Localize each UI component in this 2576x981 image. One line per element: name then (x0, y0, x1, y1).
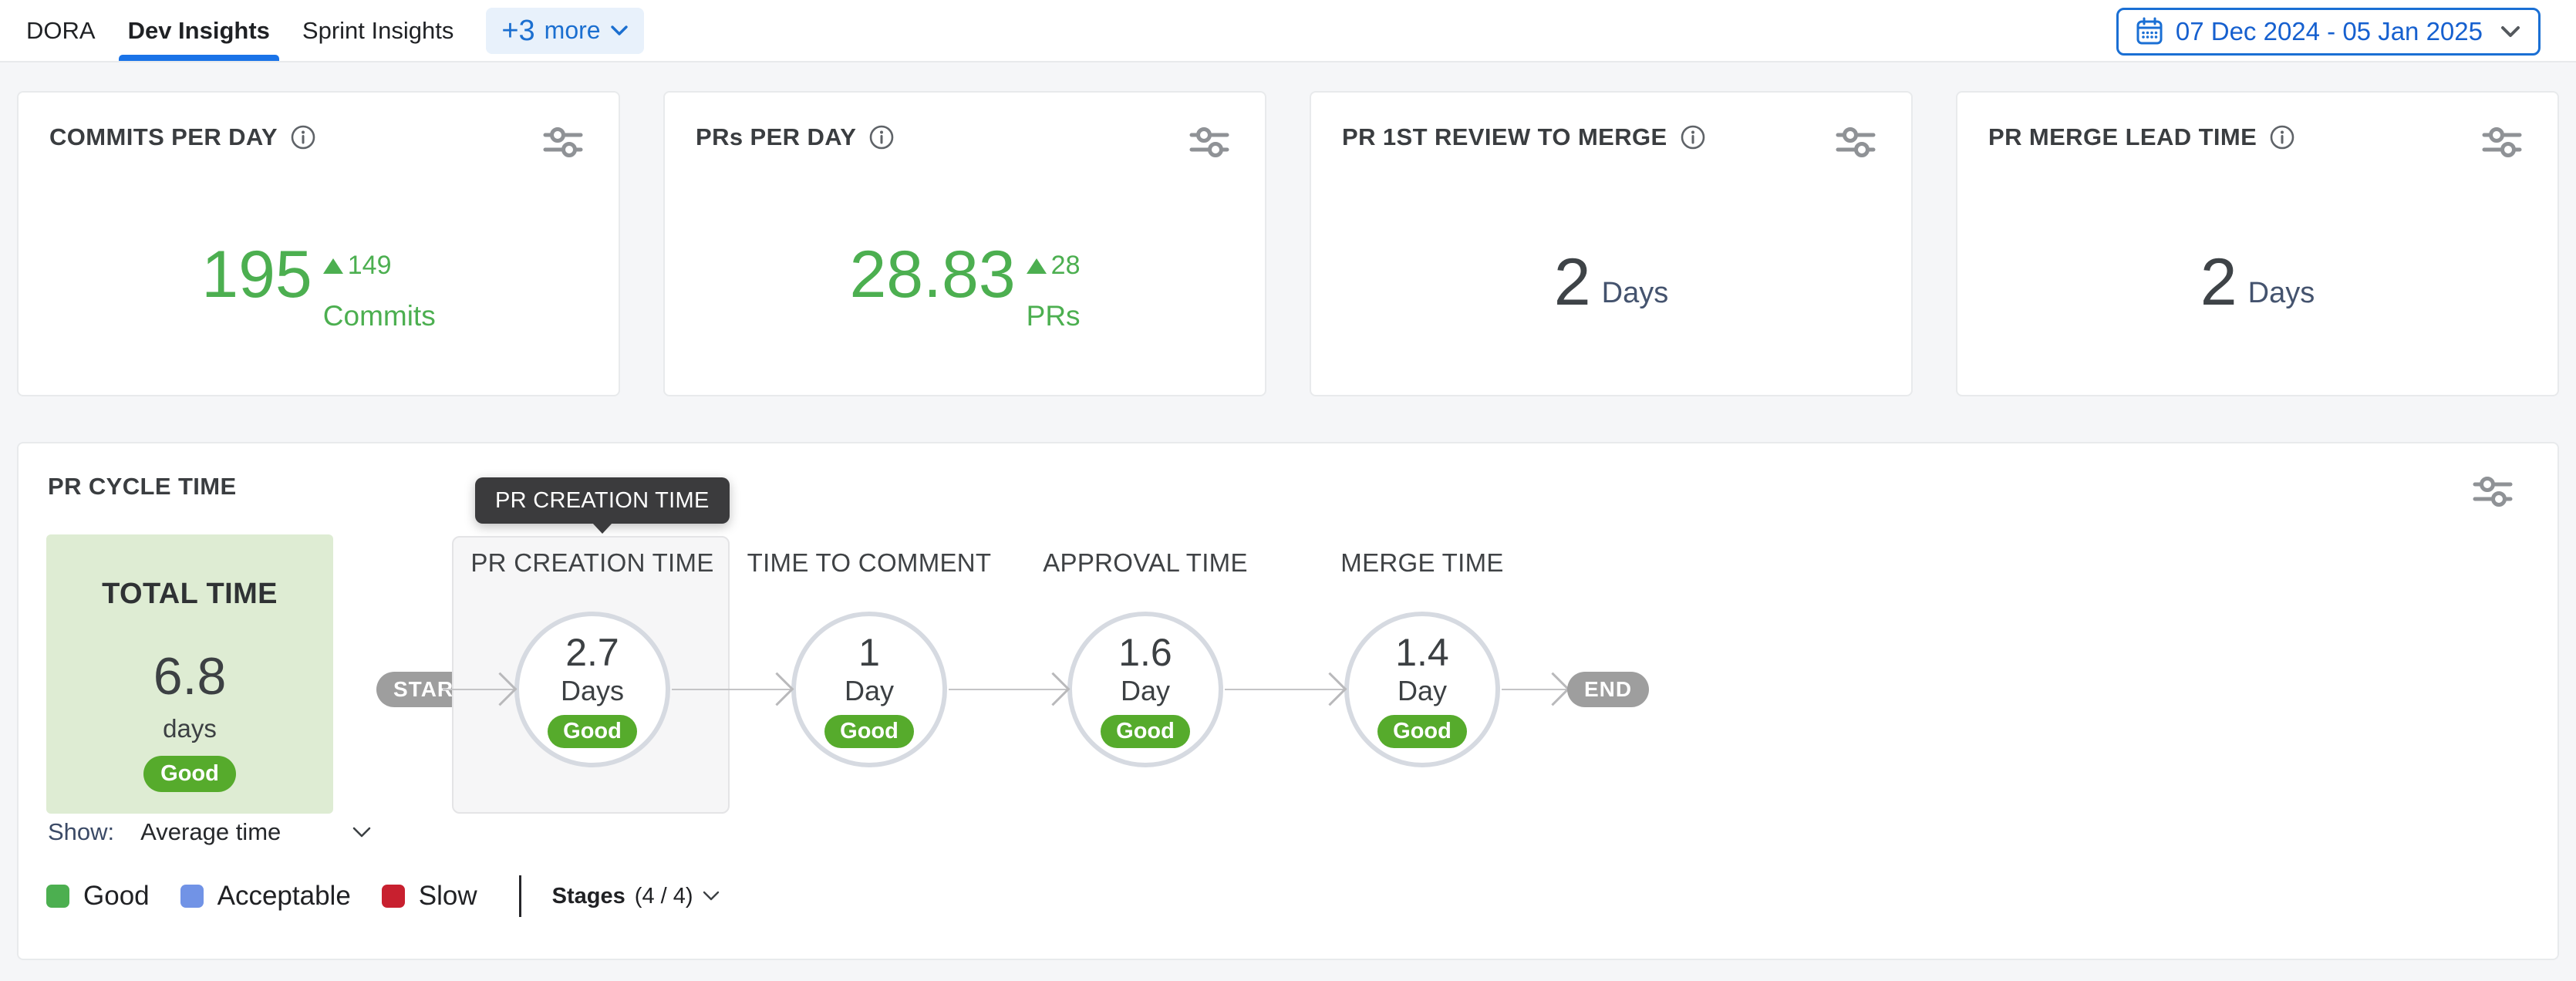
stage-title-time-to-comment: TIME TO COMMENT (730, 548, 1008, 578)
stage-circle-approval[interactable]: 1.6 Day Good (1067, 612, 1223, 767)
date-range-button[interactable]: 07 Dec 2024 - 05 Jan 2025 (2116, 8, 2541, 56)
info-icon[interactable] (1680, 124, 1706, 150)
show-dropdown[interactable]: Average time (140, 818, 372, 846)
filter-sliders-icon[interactable] (2480, 120, 2524, 164)
stage-unit: Day (1121, 673, 1170, 709)
stage-value: 1 (858, 632, 880, 673)
stage-title-pr-creation: PR CREATION TIME (453, 548, 731, 578)
legend-item-slow: Slow (382, 881, 477, 912)
flow-arrow (1502, 689, 1566, 690)
stages-filter-dropdown[interactable]: Stages (4 / 4) (552, 884, 720, 909)
stage-value: 2.7 (565, 632, 619, 673)
metric-delta: 28 (1051, 251, 1081, 281)
card-title: PR MERGE LEAD TIME (1988, 123, 2257, 151)
cycle-title: PR CYCLE TIME (48, 473, 237, 501)
legend: Good Acceptable Slow Stages (4 / 4) (46, 875, 720, 917)
card-pr-merge-lead-time: PR MERGE LEAD TIME 2 Days (1956, 91, 2559, 396)
card-title: PR 1ST REVIEW TO MERGE (1342, 123, 1667, 151)
total-time-box: TOTAL TIME 6.8 days Good (46, 534, 333, 814)
good-swatch (46, 885, 69, 908)
status-badge: Good (1101, 715, 1190, 748)
stage-circle-pr-creation[interactable]: 2.7 Days Good (514, 612, 670, 767)
card-commits-per-day: COMMITS PER DAY 195 149 Commits (17, 91, 620, 396)
flow-arrow (949, 689, 1067, 690)
stage-value: 1.6 (1118, 632, 1172, 673)
total-time-value: 6.8 (153, 646, 227, 706)
tab-dev-insights[interactable]: Dev Insights (128, 0, 270, 61)
chevron-down-icon (610, 25, 629, 37)
more-tabs-count: +3 (501, 16, 534, 46)
flow-arrow (1225, 689, 1344, 690)
metric-value: 195 149 Commits (19, 170, 619, 395)
divider (519, 875, 521, 917)
legend-item-acceptable: Acceptable (180, 881, 351, 912)
metric-unit: Days (2248, 277, 2315, 310)
filter-sliders-icon[interactable] (2471, 470, 2514, 513)
metric-value: 2 Days (1957, 170, 2557, 395)
top-bar: DORA Dev Insights Sprint Insights +3 mor… (0, 0, 2576, 62)
slow-swatch (382, 885, 405, 908)
more-tabs-label: more (545, 16, 601, 45)
card-title: COMMITS PER DAY (49, 123, 278, 151)
flow-arrow (672, 689, 791, 690)
chevron-down-icon (703, 891, 720, 902)
calendar-icon (2136, 17, 2163, 46)
status-badge: Good (1377, 715, 1467, 748)
filter-sliders-icon[interactable] (1834, 120, 1877, 164)
status-badge: Good (824, 715, 914, 748)
tab-sprint-insights[interactable]: Sprint Insights (302, 0, 453, 61)
stages-filter-count: (4 / 4) (635, 884, 693, 909)
flow-arrow (443, 689, 514, 690)
stages-filter-label: Stages (552, 884, 625, 909)
info-icon[interactable] (290, 124, 316, 150)
metric-number: 2 (2200, 251, 2237, 313)
card-pr-first-review-to-merge: PR 1ST REVIEW TO MERGE 2 Days (1310, 91, 1913, 396)
tab-dora[interactable]: DORA (26, 0, 96, 61)
metric-unit: Days (1602, 277, 1669, 310)
chevron-down-icon (352, 826, 372, 838)
stage-title-approval: APPROVAL TIME (1006, 548, 1284, 578)
total-time-label: TOTAL TIME (102, 578, 278, 611)
stage-circle-merge[interactable]: 1.4 Day Good (1344, 612, 1500, 767)
metric-value: 2 Days (1311, 170, 1911, 395)
metric-number: 2 (1554, 251, 1591, 313)
metric-value: 28.83 28 PRs (665, 170, 1265, 395)
filter-sliders-icon[interactable] (541, 120, 585, 164)
filter-sliders-icon[interactable] (1188, 120, 1231, 164)
card-title: PRs PER DAY (696, 123, 856, 151)
metric-unit: PRs (1027, 300, 1081, 332)
flow-end-pill: END (1567, 672, 1649, 707)
stage-unit: Day (845, 673, 894, 709)
metric-number: 195 (201, 241, 312, 323)
stage-tooltip: PR CREATION TIME (475, 477, 730, 524)
metric-delta: 149 (348, 251, 392, 281)
legend-item-good: Good (46, 881, 150, 912)
info-icon[interactable] (868, 124, 895, 150)
stage-value: 1.4 (1395, 632, 1449, 673)
stage-circle-time-to-comment[interactable]: 1 Day Good (791, 612, 947, 767)
metric-number: 28.83 (849, 241, 1015, 323)
info-icon[interactable] (2269, 124, 2295, 150)
total-time-unit: days (163, 714, 217, 743)
acceptable-swatch (180, 885, 204, 908)
delta-up-icon (1027, 258, 1047, 274)
pr-cycle-time-card: PR CYCLE TIME PR CREATION TIME TOTAL TIM… (17, 442, 2559, 960)
metric-unit: Commits (323, 300, 436, 332)
stage-unit: Day (1398, 673, 1447, 709)
stage-title-merge: MERGE TIME (1283, 548, 1561, 578)
status-badge: Good (548, 715, 637, 748)
show-dropdown-value: Average time (140, 818, 281, 846)
delta-up-icon (323, 258, 343, 274)
tab-bar: DORA Dev Insights Sprint Insights +3 mor… (26, 0, 644, 61)
show-label: Show: (48, 818, 114, 846)
more-tabs-button[interactable]: +3 more (486, 8, 643, 54)
card-prs-per-day: PRs PER DAY 28.83 28 PRs (663, 91, 1266, 396)
metric-cards-row: COMMITS PER DAY 195 149 Commits PRs PER … (17, 91, 2559, 396)
chevron-down-icon (2500, 25, 2521, 39)
date-range-label: 07 Dec 2024 - 05 Jan 2025 (2176, 17, 2483, 46)
status-badge: Good (143, 756, 236, 792)
stage-unit: Days (561, 673, 624, 709)
